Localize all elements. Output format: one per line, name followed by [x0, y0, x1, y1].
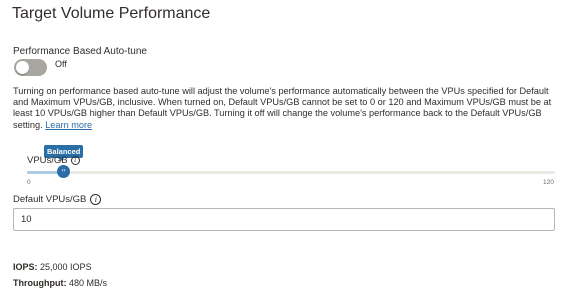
learn-more-link[interactable]: Learn more: [45, 120, 92, 130]
description-text: Turning on performance based auto-tune w…: [13, 86, 552, 130]
throughput-label: Throughput:: [13, 278, 67, 288]
iops-value: 25,000 IOPS: [40, 262, 92, 272]
auto-tune-state: Off: [55, 58, 67, 69]
info-icon[interactable]: i: [70, 156, 80, 165]
vpus-slider-thumb[interactable]: ‹›: [57, 165, 70, 178]
auto-tune-toggle-row: Off: [14, 59, 67, 76]
auto-tune-description: Turning on performance based auto-tune w…: [13, 86, 561, 131]
toggle-knob: [16, 61, 29, 74]
info-icon[interactable]: i: [90, 194, 102, 205]
slider-label: VPUs/GB i: [27, 155, 80, 166]
chevrons-left-right-icon: ‹›: [61, 168, 66, 174]
throughput-value: 480 MB/s: [69, 278, 108, 288]
auto-tune-toggle[interactable]: [14, 59, 47, 76]
slider-max-label: 120: [543, 179, 554, 186]
iops-label: IOPS:: [13, 262, 38, 272]
iops-metric: IOPS: 25,000 IOPS: [13, 262, 92, 272]
default-vpus-label: Default VPUs/GB i: [13, 194, 102, 205]
page-title: Target Volume Performance: [12, 5, 211, 22]
default-vpus-label-text: Default VPUs/GB: [13, 194, 87, 205]
throughput-metric: Throughput: 480 MB/s: [13, 278, 107, 288]
auto-tune-label: Performance Based Auto-tune: [13, 46, 147, 57]
vpus-slider-track[interactable]: [27, 171, 555, 174]
default-vpus-input[interactable]: [13, 208, 555, 231]
slider-min-label: 0: [27, 179, 31, 186]
